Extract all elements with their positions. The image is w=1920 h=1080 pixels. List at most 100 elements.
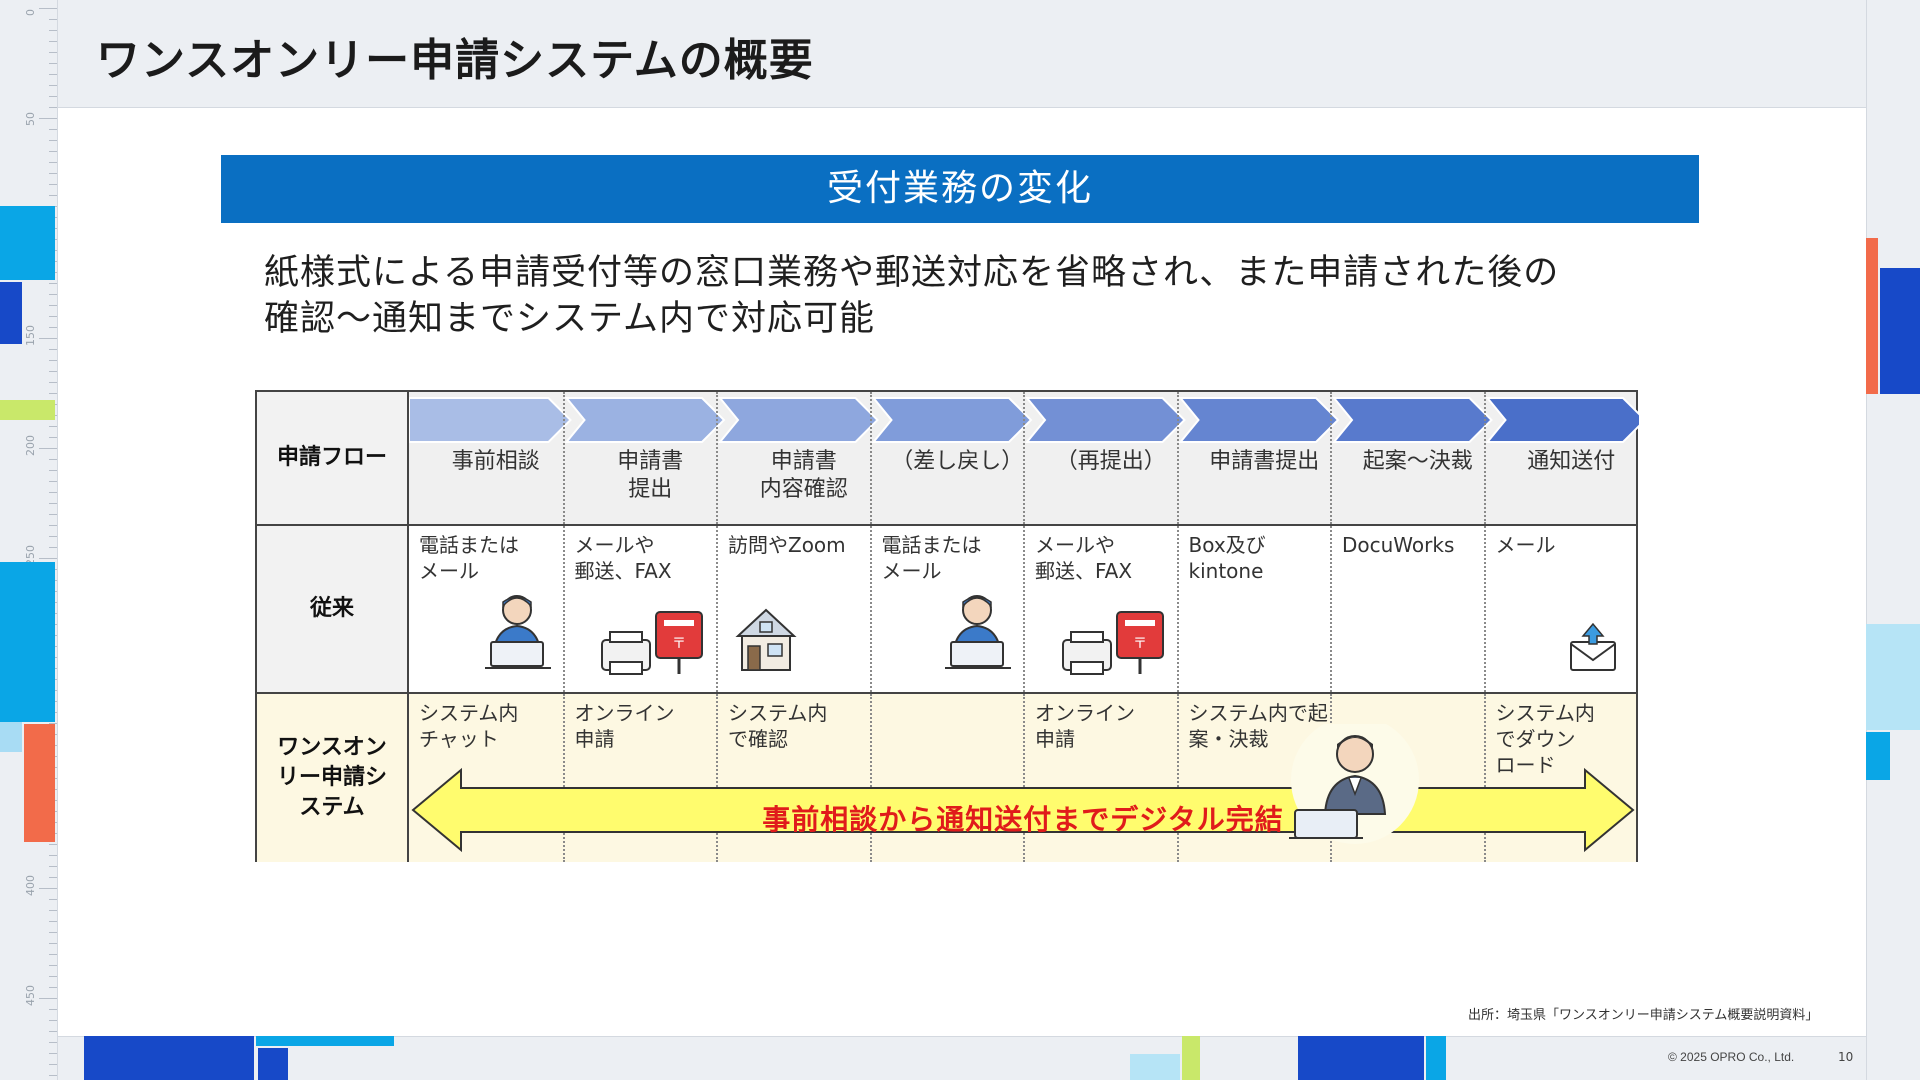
description-line: 紙様式による申請受付等の窓口業務や郵送対応を省略され、また申請された後の [264, 253, 1560, 293]
ruler-tick [49, 140, 57, 141]
vertical-ruler[interactable]: 050100150200250300350400450 [0, 0, 58, 1080]
conventional-cell-line: メールや [1035, 533, 1115, 557]
ruler-tick [49, 932, 57, 933]
deco-block [84, 1036, 254, 1080]
ruler-tick [49, 459, 57, 460]
once-only-cell-line: でダウン [1495, 727, 1576, 751]
conventional-cell: メール [1483, 526, 1638, 692]
ruler-label: 150 [24, 325, 37, 346]
flow-step: （差し戻し） [869, 392, 1023, 524]
ruler-tick [49, 107, 57, 108]
row-header-conventional: 従来 [257, 526, 409, 692]
svg-text:〒: 〒 [1133, 636, 1147, 652]
ruler-tick [49, 921, 57, 922]
deco-block [0, 400, 55, 420]
conventional-cell-line: 郵送、FAX [574, 559, 672, 583]
deco-block [0, 206, 55, 280]
ruler-tick [49, 525, 57, 526]
flow-step: （再提出） [1023, 392, 1177, 524]
ruler-tick [39, 888, 57, 889]
page-title: ワンスオンリー申請システムの概要 [96, 35, 814, 86]
conventional-cell-line: メール [419, 559, 479, 583]
flow-step-line: 提出 [628, 477, 673, 502]
once-only-cell-line: オンライン [574, 701, 675, 725]
ruler-tick [49, 503, 57, 504]
ruler-tick [49, 943, 57, 944]
ruler-tick [39, 998, 57, 999]
conventional-row: 従来 電話または メール メールや 郵送、FAX 〒訪問やZoom 電話または メール メール… [257, 526, 1636, 694]
ruler-tick [49, 1020, 57, 1021]
ruler-tick [49, 382, 57, 383]
ruler-tick [49, 316, 57, 317]
deco-block [1866, 732, 1890, 780]
businessman-laptop-icon [1289, 724, 1419, 844]
conventional-cell-line: メールや [574, 533, 655, 557]
deco-block [1426, 1036, 1446, 1080]
conventional-cell-line: Box及び [1188, 533, 1266, 557]
description-line: 確認～通知までシステム内で対応可能 [264, 299, 875, 339]
ruler-tick [49, 85, 57, 86]
flow-step: 起案～決裁 [1330, 392, 1484, 524]
ruler-tick [49, 19, 57, 20]
ruler-tick [49, 954, 57, 955]
ruler-tick [49, 173, 57, 174]
ruler-tick [49, 96, 57, 97]
ruler-tick [49, 481, 57, 482]
ruler-tick [49, 855, 57, 856]
svg-text:〒: 〒 [672, 636, 686, 652]
ruler-tick [49, 371, 57, 372]
ruler-tick [49, 162, 57, 163]
deco-block [1880, 268, 1920, 394]
conventional-cell: Box及び kintone [1176, 526, 1331, 692]
ruler-label: 200 [24, 435, 37, 456]
conventional-cell-line: DocuWorks [1342, 533, 1455, 557]
once-only-cell-line: チャット [419, 727, 499, 751]
conventional-cell-line: メール [1495, 533, 1556, 557]
ruler-tick [49, 151, 57, 152]
ruler-tick [49, 547, 57, 548]
once-only-cell-line: オンライン [1035, 701, 1135, 725]
conventional-cell-line: メール [881, 559, 942, 583]
once-only-cell-line: システム内 [1495, 701, 1595, 725]
ruler-tick [49, 349, 57, 350]
conventional-cell: DocuWorks [1330, 526, 1484, 692]
ruler-tick [49, 294, 57, 295]
ruler-tick [49, 74, 57, 75]
once-only-row: ワンスオン リー申請シ ステム システム内 チャット オンライン 申請 システム内 で確認… [257, 694, 1636, 862]
conventional-cell-line: 電話または [881, 533, 982, 557]
section-banner: 受付業務の変化 [221, 155, 1699, 223]
flow-step: 申請書 内容確認 [716, 392, 870, 524]
flow-step-line: 申請書 [617, 449, 684, 474]
ruler-tick [49, 470, 57, 471]
deco-block [256, 1036, 394, 1046]
ruler-tick [49, 1042, 57, 1043]
person-laptop-icon [483, 592, 555, 678]
deco-block [0, 562, 55, 722]
fax-mailbox-icon: 〒 [598, 606, 706, 684]
ruler-label: 400 [24, 875, 37, 896]
once-only-cell-line: で確認 [728, 727, 788, 751]
envelope-icon [1567, 622, 1619, 680]
ruler-tick [49, 866, 57, 867]
ruler-tick [49, 987, 57, 988]
right-margin-strip [1866, 0, 1920, 1080]
ruler-tick [49, 327, 57, 328]
ruler-tick [49, 52, 57, 53]
once-only-cell-line: 申請 [1035, 727, 1075, 751]
deco-block [1866, 624, 1920, 730]
ruler-label: 450 [24, 985, 37, 1006]
row-header-once-only: ワンスオン リー申請シ ステム [257, 694, 409, 862]
ruler-tick [49, 30, 57, 31]
ruler-tick [49, 184, 57, 185]
ruler-tick [49, 1009, 57, 1010]
conventional-cell: 電話または メール [409, 526, 563, 692]
ruler-tick [49, 899, 57, 900]
ruler-tick [49, 195, 57, 196]
ruler-tick [39, 558, 57, 559]
flow-step: 申請書提出 [562, 392, 717, 524]
ruler-tick [49, 1075, 57, 1076]
ruler-tick [49, 910, 57, 911]
ruler-tick [39, 448, 57, 449]
ruler-tick [49, 976, 57, 977]
row-header-line: ワンスオン [277, 735, 387, 760]
